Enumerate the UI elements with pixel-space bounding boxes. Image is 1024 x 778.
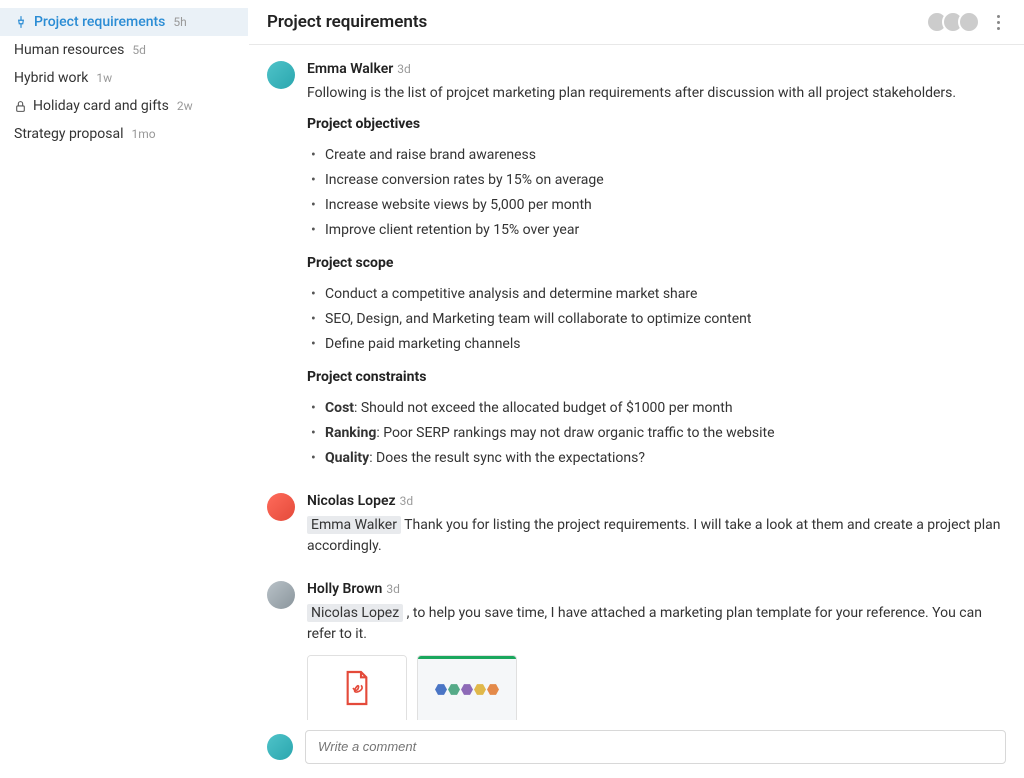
composer-row <box>249 720 1024 778</box>
scope-list: Conduct a competitive analysis and deter… <box>307 282 1006 357</box>
list-item: Increase website views by 5,000 per mont… <box>325 193 1006 218</box>
sidebar-item-time: 5d <box>132 43 146 57</box>
comment-body: Emma Walker 3d Following is the list of … <box>307 61 1006 475</box>
comment: Holly Brown 3d Nicolas Lopez , to help y… <box>267 581 1006 720</box>
list-item: Define paid marketing channels <box>325 332 1006 357</box>
main-pane: Project requirements Emma Walker 3d F <box>248 0 1024 778</box>
avatar <box>267 493 295 521</box>
sidebar-item-label: Project requirements <box>34 14 165 30</box>
comment-time: 3d <box>400 494 414 508</box>
section-title-scope: Project scope <box>307 253 1006 274</box>
list-item: Conduct a competitive analysis and deter… <box>325 282 1006 307</box>
pdf-icon <box>341 669 373 707</box>
comment-text: Emma Walker Thank you for listing the pr… <box>307 515 1006 557</box>
avatar <box>267 61 295 89</box>
attachment-card[interactable]: Marketing-stra... Proof this file 2h <box>417 655 517 720</box>
list-item: Increase conversion rates by 15% on aver… <box>325 168 1006 193</box>
constraints-list: Cost: Should not exceed the allocated bu… <box>307 396 1006 471</box>
comment: Emma Walker 3d Following is the list of … <box>267 61 1006 475</box>
comment-author: Emma Walker <box>307 61 393 77</box>
attachment-card[interactable]: Marketing-plan... Proof this file 2h <box>307 655 407 720</box>
comments-feed: Emma Walker 3d Following is the list of … <box>249 45 1024 720</box>
assignee-facepile[interactable] <box>926 11 980 33</box>
attachment-thumb <box>308 656 406 720</box>
lock-icon <box>14 100 27 113</box>
list-item: Ranking: Poor SERP rankings may not draw… <box>325 421 1006 446</box>
comment-author: Nicolas Lopez <box>307 493 396 509</box>
list-item: SEO, Design, and Marketing team will col… <box>325 307 1006 332</box>
comment-author: Holly Brown <box>307 581 382 597</box>
page-title: Project requirements <box>267 12 427 32</box>
comment-text: Following is the list of projcet marketi… <box>307 83 1006 104</box>
sidebar-item-strategy-proposal[interactable]: Strategy proposal 1mo <box>0 120 248 148</box>
attachments: Marketing-plan... Proof this file 2h <box>307 655 1006 720</box>
list-item: Improve client retention by 15% over yea… <box>325 218 1006 243</box>
sidebar-item-human-resources[interactable]: Human resources 5d <box>0 36 248 64</box>
more-menu-button[interactable] <box>990 10 1006 34</box>
sidebar-item-label: Hybrid work <box>14 70 88 86</box>
mention[interactable]: Nicolas Lopez <box>307 604 403 622</box>
section-title-objectives: Project objectives <box>307 114 1006 135</box>
section-title-constraints: Project constraints <box>307 367 1006 388</box>
avatar <box>958 11 980 33</box>
pin-icon <box>14 15 28 29</box>
hexagon-preview <box>435 684 499 696</box>
comment-time: 3d <box>386 582 400 596</box>
sidebar-item-label: Human resources <box>14 42 124 58</box>
comment-input[interactable] <box>318 739 993 754</box>
comment: Nicolas Lopez 3d Emma Walker Thank you f… <box>267 493 1006 563</box>
sidebar-item-label: Holiday card and gifts <box>33 98 169 114</box>
sidebar-item-label: Strategy proposal <box>14 126 123 142</box>
header: Project requirements <box>249 0 1024 45</box>
attachment-thumb <box>418 656 516 720</box>
mention[interactable]: Emma Walker <box>307 516 401 534</box>
comment-text: Nicolas Lopez , to help you save time, I… <box>307 603 1006 645</box>
sidebar-item-time: 1mo <box>131 127 155 141</box>
sidebar-item-holiday-card[interactable]: Holiday card and gifts 2w <box>0 92 248 120</box>
sidebar-item-time: 2w <box>177 99 193 113</box>
comment-composer[interactable] <box>305 730 1006 764</box>
list-item: Create and raise brand awareness <box>325 143 1006 168</box>
header-actions <box>926 10 1006 34</box>
avatar <box>267 734 293 760</box>
sidebar-item-project-requirements[interactable]: Project requirements 5h <box>0 8 248 36</box>
sidebar: Project requirements 5h Human resources … <box>0 0 248 778</box>
avatar <box>267 581 295 609</box>
comment-time: 3d <box>397 62 411 76</box>
comment-body: Holly Brown 3d Nicolas Lopez , to help y… <box>307 581 1006 720</box>
sidebar-item-time: 1w <box>96 71 112 85</box>
list-item: Quality: Does the result sync with the e… <box>325 446 1006 471</box>
comment-body: Nicolas Lopez 3d Emma Walker Thank you f… <box>307 493 1006 563</box>
sidebar-item-time: 5h <box>173 15 186 29</box>
list-item: Cost: Should not exceed the allocated bu… <box>325 396 1006 421</box>
sidebar-item-hybrid-work[interactable]: Hybrid work 1w <box>0 64 248 92</box>
objectives-list: Create and raise brand awareness Increas… <box>307 143 1006 243</box>
